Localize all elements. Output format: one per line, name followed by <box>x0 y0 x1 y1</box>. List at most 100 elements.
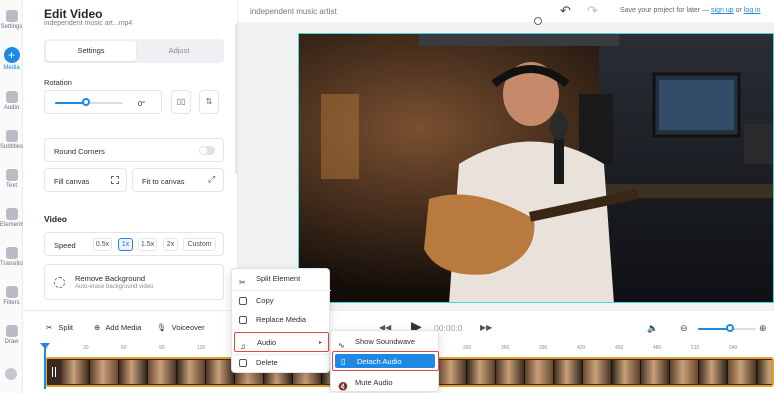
submenu-item-show-soundwave[interactable]: ∿ Show Soundwave <box>331 332 440 352</box>
microphone-icon: 🎙 <box>157 323 167 332</box>
submenu-item-label: Show Soundwave <box>355 337 416 346</box>
add-circle-icon: ⊕ <box>94 323 101 332</box>
remove-background-title: Remove Background <box>75 274 146 283</box>
save-text: Save your project for later — <box>620 7 710 14</box>
playhead-marker-icon <box>40 343 50 349</box>
menu-item-split-element[interactable]: ✂ Split Element <box>232 269 331 289</box>
flip-vertical-button[interactable]: ⇅ <box>199 90 219 114</box>
submenu-item-detach-audio[interactable]: ▯ Detach Audio <box>332 351 439 371</box>
rail-label: Filters <box>3 300 20 306</box>
ruler-tick: 450 <box>615 345 624 351</box>
music-note-icon: ♫ <box>240 342 246 351</box>
playhead[interactable] <box>40 343 50 389</box>
soundwave-icon: ∿ <box>338 341 345 350</box>
remove-background-icon <box>54 277 65 288</box>
panel-tabs: Settings Adjust <box>44 39 224 63</box>
undo-icon[interactable]: ↶ <box>560 3 571 19</box>
rail-label: Media <box>3 65 20 71</box>
project-name[interactable]: independent music artist <box>250 7 337 16</box>
speed-option-0.5x[interactable]: 0.5x <box>93 238 112 251</box>
volume-icon[interactable]: 🔈 <box>647 323 658 334</box>
elements-icon <box>5 208 18 220</box>
context-menu: ✂ Split Element Copy Replace Media ♫ Aud… <box>231 268 331 373</box>
clip-handle-icon[interactable] <box>52 367 56 377</box>
menu-item-label: Split Element <box>256 274 301 283</box>
fit-to-canvas-label: Fit to canvas <box>142 177 185 186</box>
split-button[interactable]: ✂ Split <box>46 323 73 332</box>
fast-forward-icon[interactable]: ▶▶ <box>480 323 492 332</box>
rotation-slider-fill <box>55 102 86 104</box>
rail-filters[interactable]: Filters <box>0 286 23 306</box>
clip-thumbnail <box>757 360 772 384</box>
rail-settings[interactable]: Settings <box>0 10 23 30</box>
panel-subtitle: independent music art...mp4 <box>44 20 133 27</box>
clip-thumbnail <box>554 360 583 384</box>
speed-option-1x[interactable]: 1x <box>118 238 133 251</box>
tab-adjust[interactable]: Adjust <box>136 41 222 61</box>
clip-thumbnail <box>61 360 90 384</box>
clip-thumbnail <box>612 360 641 384</box>
remove-background-card[interactable]: Remove Background Auto-erase background … <box>44 264 224 300</box>
clip-thumbnail <box>496 360 525 384</box>
rail-audio[interactable]: Audio <box>0 91 23 111</box>
menu-item-copy[interactable]: Copy <box>232 291 331 311</box>
rotation-value: 0° <box>138 99 146 108</box>
copy-icon <box>239 297 247 305</box>
or-text: or <box>735 7 742 14</box>
menu-item-label: Replace Media <box>256 315 307 324</box>
help-icon[interactable] <box>5 368 17 380</box>
rail-label: Subtitles <box>0 144 24 150</box>
flip-horizontal-button[interactable]: ▯▯ <box>171 90 191 114</box>
plus-icon: + <box>3 47 20 63</box>
video-preview[interactable] <box>298 33 774 303</box>
rail-label: Audio <box>3 105 20 111</box>
clip-thumbnail <box>467 360 496 384</box>
menu-item-audio[interactable]: ♫ Audio ▸ <box>234 332 329 352</box>
replace-icon <box>239 316 247 324</box>
text-icon <box>5 169 18 181</box>
chevron-right-icon: ▸ <box>319 340 323 346</box>
panel-title: Edit Video <box>44 7 103 21</box>
menu-item-label: Audio <box>257 338 277 347</box>
menu-item-replace-media[interactable]: Replace Media <box>232 310 331 330</box>
log-in-link[interactable]: log in <box>744 7 761 14</box>
scissors-icon: ✂ <box>239 278 246 287</box>
clip-thumbnail <box>699 360 728 384</box>
menu-item-delete[interactable]: Delete <box>232 353 331 373</box>
round-corners-toggle[interactable] <box>199 146 215 155</box>
rail-label: Settings <box>0 24 23 30</box>
mute-icon: 🔇 <box>338 382 348 391</box>
subtitles-icon <box>5 130 18 142</box>
split-label: Split <box>58 323 73 332</box>
rail-subtitles[interactable]: Subtitles <box>0 130 23 150</box>
rail-label: Elements <box>0 222 26 228</box>
rotate-handle-icon[interactable] <box>534 17 542 25</box>
rotation-slider-knob[interactable] <box>81 98 90 106</box>
rail-media[interactable]: + Media <box>0 47 23 71</box>
speed-option-2x[interactable]: 2x <box>163 238 178 251</box>
submenu-item-mute-audio[interactable]: 🔇 Mute Audio <box>331 373 440 393</box>
zoom-in-icon[interactable]: ⊕ <box>759 323 767 334</box>
fill-canvas-button[interactable]: Fill canvas <box>44 168 127 192</box>
redo-icon[interactable]: ↷ <box>587 3 598 19</box>
ruler-tick: 420 <box>577 345 586 351</box>
left-rail: Settings + Media Audio Subtitles Text El… <box>0 0 29 393</box>
sign-up-link[interactable]: sign up <box>711 7 734 14</box>
rail-elements[interactable]: Elements <box>0 208 26 228</box>
speed-option-1.5x[interactable]: 1.5x <box>138 238 157 251</box>
fit-to-canvas-button[interactable]: Fit to canvas ⤢ <box>132 168 224 192</box>
rail-text[interactable]: Text <box>0 169 23 189</box>
add-media-button[interactable]: ⊕ Add Media <box>94 323 141 332</box>
rail-transitions[interactable]: Transitions <box>0 247 29 267</box>
tab-settings[interactable]: Settings <box>46 41 136 61</box>
rail-draw[interactable]: Draw <box>0 325 23 345</box>
voiceover-button[interactable]: 🎙 Voiceover <box>157 323 205 332</box>
speed-option-custom[interactable]: Custom <box>183 238 216 251</box>
ruler-tick: 330 <box>463 345 472 351</box>
settings-icon <box>5 10 18 22</box>
clip-thumbnail <box>583 360 612 384</box>
expand-icon: ⤢ <box>208 174 216 184</box>
top-bar: independent music artist ↶ ↷ Save your p… <box>238 0 774 22</box>
zoom-slider-knob[interactable] <box>725 324 734 332</box>
zoom-out-icon[interactable]: ⊖ <box>680 323 688 334</box>
